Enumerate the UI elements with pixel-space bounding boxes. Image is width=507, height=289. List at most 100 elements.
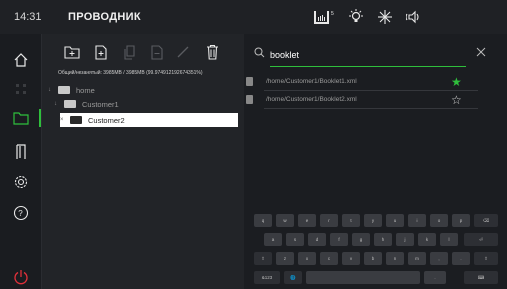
copy-button[interactable] xyxy=(120,42,140,62)
key-u[interactable]: u xyxy=(386,214,404,227)
key-t[interactable]: t xyxy=(342,214,360,227)
on-screen-keyboard: q w e r t y u i o p ⌫ a s d f g h j k l … xyxy=(254,214,499,286)
tree-item-customer1[interactable]: ↓ Customer1 xyxy=(54,97,238,111)
help-icon: ? xyxy=(13,205,28,221)
key-e[interactable]: e xyxy=(298,214,316,227)
result-path: /home/Customer1/Booklet1.xml xyxy=(266,78,357,85)
keyboard-row-1: q w e r t y u i o p ⌫ xyxy=(254,214,499,227)
space-key[interactable] xyxy=(306,271,420,284)
key-a[interactable]: a xyxy=(264,233,282,246)
hide-keyboard-icon[interactable]: ⌨ xyxy=(464,271,498,284)
key-d[interactable]: d xyxy=(308,233,326,246)
key-m[interactable]: m xyxy=(408,252,426,265)
shift-key-right[interactable]: ⇧ xyxy=(474,252,498,265)
backspace-key[interactable]: ⌫ xyxy=(474,214,498,227)
search-result-row[interactable]: /home/Customer1/Booklet2.xml ☆ xyxy=(244,92,507,109)
folder-icon xyxy=(58,86,70,94)
numbers-key[interactable]: &123 xyxy=(254,271,280,284)
key-q[interactable]: q xyxy=(254,214,272,227)
folder-icon xyxy=(64,100,76,108)
delete-icon xyxy=(206,44,218,60)
key-g[interactable]: g xyxy=(352,233,370,246)
sidebar-item-settings[interactable] xyxy=(0,169,41,195)
shift-key-left[interactable]: ⇧ xyxy=(254,252,272,265)
file-toolbar xyxy=(42,42,244,64)
sidebar-item-files[interactable] xyxy=(0,105,41,131)
expand-arrow-icon[interactable]: ↓ xyxy=(54,101,64,107)
key-h[interactable]: h xyxy=(374,233,392,246)
key-x[interactable]: x xyxy=(298,252,316,265)
collapse-icon[interactable]: × xyxy=(60,117,70,123)
close-icon[interactable] xyxy=(476,47,486,57)
sidebar-item-home[interactable] xyxy=(0,47,41,73)
network-icon xyxy=(15,84,26,94)
key-s[interactable]: s xyxy=(286,233,304,246)
key-z[interactable]: z xyxy=(276,252,294,265)
top-bar: 14:31 ПРОВОДНИК 5 xyxy=(0,0,507,34)
globe-icon[interactable]: 🌐 xyxy=(284,271,302,284)
search-panel: /home/Customer1/Booklet1.xml ★ /home/Cus… xyxy=(244,34,507,289)
key-r[interactable]: r xyxy=(320,214,338,227)
search-result-row[interactable]: /home/Customer1/Booklet1.xml ★ xyxy=(244,74,507,91)
keyboard-row-2: a s d f g h j k l ⏎ xyxy=(254,233,499,246)
new-folder-icon xyxy=(64,46,80,59)
favorite-star-outline-icon[interactable]: ☆ xyxy=(451,93,462,107)
folder-icon xyxy=(70,116,82,124)
settings-icon xyxy=(14,175,27,189)
key-v[interactable]: v xyxy=(342,252,360,265)
key-p[interactable]: p xyxy=(452,214,470,227)
enter-key[interactable]: ⏎ xyxy=(464,233,498,246)
sidebar: ? xyxy=(0,34,41,289)
favorite-star-filled-icon[interactable]: ★ xyxy=(451,75,462,89)
speaker-icon[interactable] xyxy=(406,9,422,25)
file-icon xyxy=(246,95,253,104)
new-file-button[interactable] xyxy=(91,42,111,62)
power-icon xyxy=(13,270,28,285)
sidebar-item-help[interactable]: ? xyxy=(0,200,41,226)
key-k[interactable]: k xyxy=(418,233,436,246)
power-button[interactable] xyxy=(0,264,41,289)
status-icons: 5 xyxy=(313,7,422,27)
key-c[interactable]: c xyxy=(320,252,338,265)
search-input[interactable] xyxy=(270,46,460,64)
key-n[interactable]: n xyxy=(386,252,404,265)
key-w[interactable]: w xyxy=(276,214,294,227)
key-period[interactable]: . xyxy=(452,252,470,265)
paste-icon xyxy=(151,44,163,60)
home-icon xyxy=(14,53,27,67)
svg-text:?: ? xyxy=(18,209,23,218)
key-dot[interactable]: . xyxy=(424,271,446,284)
expand-arrow-icon[interactable]: ↓ xyxy=(48,87,58,93)
sidebar-item-network[interactable] xyxy=(0,76,41,102)
key-j[interactable]: j xyxy=(396,233,414,246)
key-b[interactable]: b xyxy=(364,252,382,265)
clock: 14:31 xyxy=(14,11,42,23)
print-status-icon[interactable]: 5 xyxy=(313,9,335,25)
tree-item-label: Customer1 xyxy=(82,99,119,109)
rename-button[interactable] xyxy=(173,42,193,62)
new-file-icon xyxy=(95,44,107,60)
key-f[interactable]: f xyxy=(330,233,348,246)
sidebar-item-door[interactable] xyxy=(0,139,41,165)
row-divider xyxy=(264,108,478,109)
snowflake-icon[interactable] xyxy=(377,9,393,25)
search-bar xyxy=(254,44,499,67)
row-divider xyxy=(264,90,478,91)
keyboard-row-4: &123 🌐 . ⌨ xyxy=(254,271,499,284)
rename-icon xyxy=(177,46,189,58)
new-folder-button[interactable] xyxy=(62,42,82,62)
key-y[interactable]: y xyxy=(364,214,382,227)
key-l[interactable]: l xyxy=(440,233,458,246)
svg-text:5: 5 xyxy=(331,11,334,17)
search-underline xyxy=(270,66,466,67)
key-comma[interactable]: , xyxy=(430,252,448,265)
key-i[interactable]: i xyxy=(408,214,426,227)
tree-item-customer2[interactable]: × Customer2 xyxy=(60,113,238,127)
page-title: ПРОВОДНИК xyxy=(68,11,141,23)
folder-icon xyxy=(12,112,29,125)
delete-button[interactable] xyxy=(202,42,222,62)
paste-button[interactable] xyxy=(147,42,167,62)
light-icon[interactable] xyxy=(348,9,364,25)
tree-item-home[interactable]: ↓ home xyxy=(48,83,238,97)
key-o[interactable]: o xyxy=(430,214,448,227)
